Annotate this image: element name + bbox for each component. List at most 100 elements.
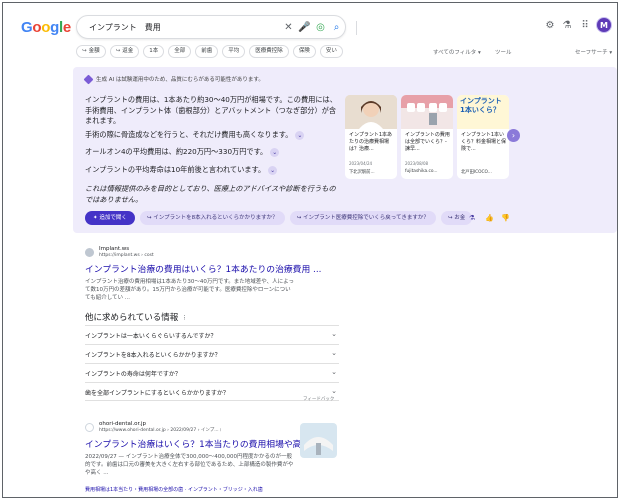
expand-chevron-icon[interactable]: ⌄ xyxy=(295,130,305,140)
ai-point-text: 手術の際に骨造成などを行うと、それだけ費用も高くなります。 xyxy=(85,130,293,139)
search-chip[interactable]: ↪ 金額 xyxy=(76,45,106,58)
woman-smiling-image xyxy=(345,95,397,129)
ai-overview-notice: 生成 AI は試験運用中のため、品質にむらがある可能性があります。 xyxy=(96,77,264,83)
followup-chip[interactable]: ↪ インプラント医療費控除でいくら戻ってきますか？ xyxy=(289,211,436,225)
result-url: https://implant.ws › cost xyxy=(99,253,154,258)
logo-letter: g xyxy=(50,19,59,36)
search-icon[interactable]: ⌕ xyxy=(330,21,343,34)
ai-overview-paragraph: インプラントの費用は、1本あたり約30～40万円が相場です。この費用には、手術費… xyxy=(85,95,337,125)
dive-deeper-button[interactable]: ✦ 追加で聞く xyxy=(85,211,135,225)
search-chip[interactable]: 保険 xyxy=(292,45,316,58)
gemini-spark-icon xyxy=(83,74,94,84)
paa-question-text: 歯を全部インプラントにするといくらかかりますか？ xyxy=(85,390,229,397)
safesearch-link[interactable]: セーフサーチ ▾ xyxy=(575,48,612,56)
result-title-link[interactable]: インプラント治療はいくら？1本当たりの費用相場や高額な ... xyxy=(85,437,330,450)
ai-disclaimer: これは情報提供のみを目的としており、医療上のアドバイスや診断を行うものではありま… xyxy=(85,184,336,204)
site-favicon-icon xyxy=(85,248,94,257)
search-chip[interactable]: 1本 xyxy=(143,45,165,58)
result-snippet: インプラント治療の費用相場は1本あたり30～40万円です。また地域差や、人によっ… xyxy=(85,279,294,301)
search-input[interactable]: インプラント 費用 xyxy=(89,22,161,33)
labs-flask-icon[interactable]: ⚗ xyxy=(561,20,573,32)
search-result: Implant.ws https://implant.ws › cost インプ… xyxy=(85,246,321,302)
chip-label: 医療費控除 xyxy=(255,48,283,54)
search-divider xyxy=(356,21,357,35)
chevron-down-icon: ⌄ xyxy=(331,349,337,357)
tools-link[interactable]: ツール xyxy=(495,48,512,56)
account-avatar[interactable]: M xyxy=(596,17,612,33)
all-filters-link[interactable]: すべてのフィルタ ▾ xyxy=(433,48,481,56)
paa-question[interactable]: インプラントの寿命は何年ですか？ ⌄ xyxy=(85,363,339,382)
search-chips: ↪ 金額 ↪ 返金 1本 全部 前歯 平均 医療費控除 保険 安い xyxy=(76,45,343,59)
result-title-link[interactable]: インプラント治療の費用はいくら？1本あたりの治療費用 ... xyxy=(85,262,321,275)
source-card[interactable]: インプラントの費用は全部でいくら？-諫早... 2023/08/08 fujit… xyxy=(401,95,453,179)
expand-chevron-icon[interactable]: ⌄ xyxy=(270,147,280,157)
logo-letter: e xyxy=(62,19,71,36)
dental-implant-image xyxy=(401,95,453,129)
chevron-down-icon: ⌄ xyxy=(331,387,337,395)
chip-label: 1本 xyxy=(149,48,159,54)
result-site-name: ohori-dental.or.jp xyxy=(99,421,147,427)
paa-heading: 他に求められている情報 xyxy=(85,313,179,323)
chip-arrow-icon: ↪ xyxy=(115,48,121,54)
ai-source-cards: インプラント1本あたりの治療費相場は？治療... 2023/04/24 下北沢駅… xyxy=(345,95,509,179)
search-chip[interactable]: 前歯 xyxy=(195,45,219,58)
card-title: インプラント1本あたりの治療費相場は？治療... xyxy=(349,132,393,152)
settings-gear-icon[interactable]: ⚙ xyxy=(544,20,556,32)
more-options-icon[interactable]: ⁝ xyxy=(183,314,185,322)
source-card[interactable]: インプラント1本あたりの治療費相場は？治療... 2023/04/24 下北沢駅… xyxy=(345,95,397,179)
ai-point-text: オールオン4の平均費用は、約220万円～330万円です。 xyxy=(85,147,268,156)
card-thumbnail xyxy=(345,95,397,129)
dive-deeper-label: 追加で聞く xyxy=(99,215,127,221)
search-chip[interactable]: 安い xyxy=(319,45,343,58)
card-source: fujitashika.co... xyxy=(405,169,438,174)
followup-chip[interactable]: ↪ お金 xyxy=(440,211,473,225)
ai-point-text: インプラントの平均寿命は10年前後と言われています。 xyxy=(85,165,266,174)
followup-chip[interactable]: ↪ インプラントを8本入れるといくらかかりますか？ xyxy=(139,211,285,225)
followup-label: お金 xyxy=(454,215,466,221)
paa-question-text: インプラントを8本入れるといくらかかりますか？ xyxy=(85,352,221,359)
followup-label: インプラントを8本入れるといくらかかりますか？ xyxy=(153,215,278,221)
logo-letter: G xyxy=(21,19,33,36)
microphone-icon[interactable]: 🎤 xyxy=(298,21,311,34)
chip-arrow-icon: ↪ xyxy=(82,48,87,54)
paa-question[interactable]: インプラントを8本入れるといくらかかりますか？ ⌄ xyxy=(85,344,339,363)
search-chip[interactable]: ↪ 返金 xyxy=(109,45,140,58)
people-also-ask-title: 他に求められている情報 ⁝ xyxy=(85,311,185,323)
result-source[interactable]: ohori-dental.or.jp https://www.ohori-den… xyxy=(85,421,330,434)
chip-label: 平均 xyxy=(228,48,240,54)
browser-frame: Google インプラント 費用 ✕ 🎤 ◎ ⌕ ⚙ ⚗ ⠿ M ↪ 金額 ↪ 返金 1… xyxy=(2,2,618,498)
clear-icon[interactable]: ✕ xyxy=(282,21,295,34)
apps-grid-icon[interactable]: ⠿ xyxy=(579,20,591,32)
cards-next-arrow-icon[interactable]: › xyxy=(507,129,520,142)
paa-question-text: インプラントの寿命は何年ですか？ xyxy=(85,371,181,378)
result-source[interactable]: Implant.ws https://implant.ws › cost xyxy=(85,246,321,259)
card-title: インプラントの費用は全部でいくら？-諫早... xyxy=(405,132,450,152)
chip-label: 金額 xyxy=(88,48,100,54)
labs-icon[interactable]: ⚗ xyxy=(469,214,475,222)
paa-question-text: インプラントは一本いくらぐらいするんですか？ xyxy=(85,333,217,340)
lens-icon[interactable]: ◎ xyxy=(314,21,327,34)
search-chip[interactable]: 平均 xyxy=(222,45,246,58)
search-box[interactable]: インプラント 費用 ✕ 🎤 ◎ ⌕ xyxy=(76,15,357,39)
google-logo[interactable]: Google xyxy=(21,19,71,36)
chip-label: 返金 xyxy=(122,48,134,54)
chevron-down-icon: ⌄ xyxy=(331,368,337,376)
thumbs-up-icon[interactable]: 👍 xyxy=(485,214,494,222)
expand-chevron-icon[interactable]: ⌄ xyxy=(268,165,278,175)
followup-label: インプラント医療費控除でいくら戻ってきますか？ xyxy=(302,215,429,221)
search-chip[interactable]: 医療費控除 xyxy=(249,45,289,58)
search-result: ohori-dental.or.jp https://www.ohori-den… xyxy=(85,421,330,477)
thumbs-down-icon[interactable]: 👎 xyxy=(501,214,510,222)
result-thumbnail[interactable] xyxy=(300,423,337,458)
paa-question[interactable]: 歯を全部インプラントにするといくらかかりますか？ ⌄ xyxy=(85,382,339,401)
card-date: 2023/08/08 xyxy=(405,161,429,166)
chip-label: 安い xyxy=(325,48,337,54)
search-chip[interactable]: 全部 xyxy=(168,45,192,58)
result-sitelinks[interactable]: 費用相場は1本当たり・費用相場の全部の歯 · インプラント・ブリッジ・入れ歯 xyxy=(85,486,263,493)
paa-question[interactable]: インプラントは一本いくらぐらいするんですか？ ⌄ xyxy=(85,325,339,344)
chip-label: 保険 xyxy=(298,48,310,54)
source-card[interactable]: インプラント 1本いくら？ インプラント1本いくら？料金相場と保険で... 北戸… xyxy=(457,95,509,179)
card-overlay-text: インプラント 1本いくら？ xyxy=(460,97,502,114)
feedback-link[interactable]: フィードバック xyxy=(303,396,334,402)
card-source: 北戸田ICOCO... xyxy=(461,170,492,175)
